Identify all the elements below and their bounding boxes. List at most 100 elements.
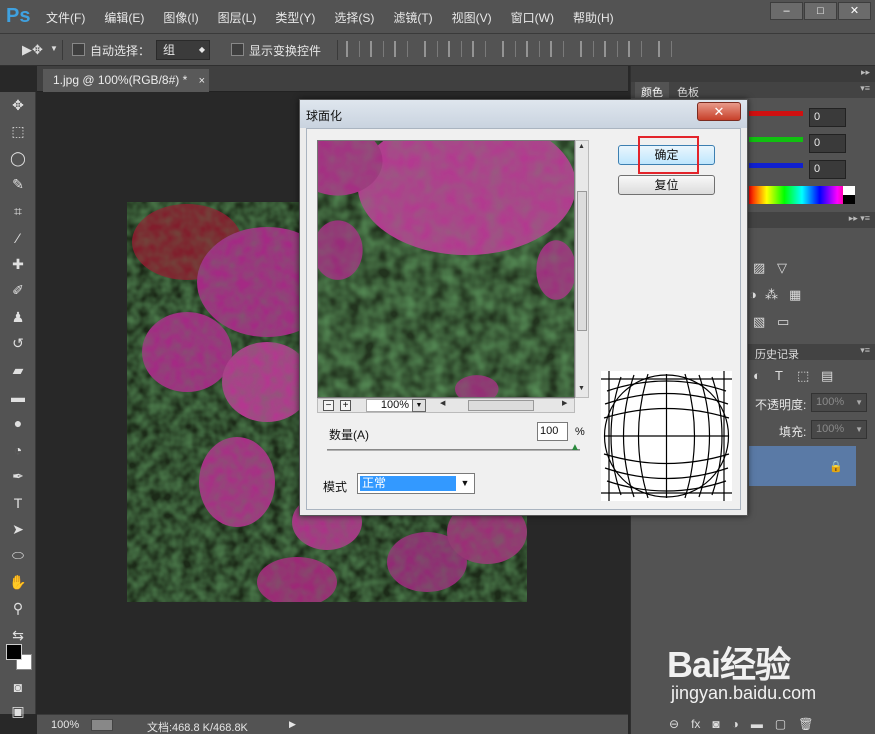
menu-help[interactable]: 帮助(H) bbox=[573, 9, 614, 26]
foreground-color-swatch[interactable] bbox=[6, 644, 22, 660]
pen-tool-icon[interactable]: ✒ bbox=[0, 463, 36, 490]
align-bottom-icon[interactable] bbox=[394, 41, 408, 57]
align-top-icon[interactable] bbox=[346, 41, 360, 57]
adjustment-layer-icon[interactable]: ◑ bbox=[732, 717, 739, 731]
scroll-up-arrow-icon[interactable]: ▲ bbox=[578, 143, 585, 150]
tab-color[interactable]: 颜色 bbox=[635, 82, 669, 99]
menu-window[interactable]: 窗口(W) bbox=[511, 9, 554, 26]
auto-select-dropdown[interactable]: 组 ◆ bbox=[156, 40, 210, 60]
type-tool-icon[interactable]: T bbox=[0, 490, 36, 517]
stamp-tool-icon[interactable]: ♟ bbox=[0, 304, 36, 331]
brush-tool-icon[interactable]: ✐ bbox=[0, 278, 36, 305]
path-select-tool-icon[interactable]: ➤ bbox=[0, 516, 36, 543]
menu-layer[interactable]: 图层(L) bbox=[218, 9, 257, 26]
status-zoom[interactable]: 100% bbox=[51, 719, 79, 731]
eyedropper-tool-icon[interactable]: ⁄ bbox=[0, 225, 36, 252]
menu-edit[interactable]: 编辑(E) bbox=[104, 9, 144, 26]
hand-tool-icon[interactable]: ✋ bbox=[0, 569, 36, 596]
lasso-tool-icon[interactable]: ◯ bbox=[0, 145, 36, 172]
black-white-ramp[interactable] bbox=[843, 186, 855, 204]
amount-slider-track[interactable] bbox=[327, 449, 580, 451]
marquee-tool-icon[interactable]: ⬚ bbox=[0, 119, 36, 146]
new-layer-icon[interactable]: ▢ bbox=[775, 717, 786, 731]
zoom-tool-icon[interactable]: ⚲ bbox=[0, 596, 36, 623]
panel-menu-icon[interactable]: ▾≡ bbox=[860, 83, 870, 94]
distribute-hcenter-icon[interactable] bbox=[604, 41, 618, 57]
green-value[interactable]: 0 bbox=[809, 134, 846, 153]
dialog-close-button[interactable]: ✕ bbox=[697, 102, 741, 121]
threshold-icon[interactable]: ▭ bbox=[777, 314, 792, 329]
distribute-right-icon[interactable] bbox=[628, 41, 642, 57]
add-mask-icon[interactable]: ◙ bbox=[712, 717, 719, 731]
chevron-down-icon[interactable]: ▼ bbox=[412, 399, 426, 412]
red-value[interactable]: 0 bbox=[809, 108, 846, 127]
zoom-out-button[interactable]: − bbox=[323, 400, 334, 411]
horizontal-scrollbar-thumb[interactable] bbox=[468, 400, 534, 411]
invert-icon[interactable]: ▧ bbox=[753, 314, 768, 329]
filter-preview[interactable] bbox=[317, 140, 575, 398]
red-slider[interactable] bbox=[749, 111, 803, 116]
document-tab[interactable]: 1.jpg @ 100%(RGB/8#) * × bbox=[43, 69, 209, 92]
preview-vertical-scrollbar[interactable]: ▲ ▼ bbox=[575, 140, 589, 398]
dodge-tool-icon[interactable]: ◔ bbox=[0, 437, 36, 464]
distribute-top-icon[interactable] bbox=[502, 41, 516, 57]
reset-button[interactable]: 复位 bbox=[618, 175, 715, 195]
status-menu-arrow-icon[interactable]: ▶ bbox=[289, 719, 296, 730]
eraser-tool-icon[interactable]: ▰ bbox=[0, 357, 36, 384]
color-balance-icon[interactable]: ◑ bbox=[749, 287, 764, 302]
filter-smart-icon[interactable]: ▤ bbox=[821, 368, 836, 383]
delete-layer-icon[interactable]: 🗑 bbox=[798, 717, 813, 731]
dialog-titlebar[interactable]: 球面化 ✕ bbox=[300, 100, 747, 128]
blue-value[interactable]: 0 bbox=[809, 160, 846, 179]
lookup-grid-icon[interactable]: ▦ bbox=[789, 287, 804, 302]
align-vcenter-icon[interactable] bbox=[370, 41, 384, 57]
mode-select[interactable]: 正常 ▼ bbox=[357, 473, 475, 494]
levels-icon[interactable]: ▨ bbox=[753, 260, 768, 275]
shape-tool-icon[interactable]: ⬭ bbox=[0, 543, 36, 570]
menu-image[interactable]: 图像(I) bbox=[163, 9, 198, 26]
filter-adjust-icon[interactable]: ◐ bbox=[753, 368, 768, 383]
screen-mode-icon[interactable]: ▣ bbox=[0, 698, 36, 725]
panel-menu-icon[interactable]: ▸▸ ▾≡ bbox=[849, 213, 870, 224]
green-slider[interactable] bbox=[749, 137, 803, 142]
zoom-in-button[interactable]: + bbox=[340, 400, 351, 411]
auto-align-icon[interactable] bbox=[658, 41, 672, 57]
gradient-tool-icon[interactable]: ▬ bbox=[0, 384, 36, 411]
align-right-icon[interactable] bbox=[472, 41, 486, 57]
crop-tool-icon[interactable]: ⌗ bbox=[0, 198, 36, 225]
minimize-button[interactable]: – bbox=[770, 2, 803, 20]
tab-history[interactable]: 历史记录 bbox=[749, 344, 805, 361]
menu-file[interactable]: 文件(F) bbox=[46, 9, 85, 26]
align-left-icon[interactable] bbox=[424, 41, 438, 57]
maximize-button[interactable]: □ bbox=[804, 2, 837, 20]
menu-filter[interactable]: 滤镜(T) bbox=[393, 9, 432, 26]
menu-select[interactable]: 选择(S) bbox=[334, 9, 374, 26]
scroll-right-arrow-icon[interactable]: ▶ bbox=[562, 399, 567, 407]
link-layers-icon[interactable]: ⊖ bbox=[669, 717, 679, 731]
fill-field[interactable]: 100% ▼ bbox=[811, 420, 867, 439]
blur-tool-icon[interactable]: ● bbox=[0, 410, 36, 437]
color-spectrum[interactable] bbox=[749, 186, 855, 204]
menu-type[interactable]: 类型(Y) bbox=[275, 9, 315, 26]
scrollbar-thumb[interactable] bbox=[577, 191, 587, 331]
distribute-bottom-icon[interactable] bbox=[550, 41, 564, 57]
panel-menu-icon[interactable]: ▾≡ bbox=[860, 345, 870, 356]
distribute-vcenter-icon[interactable] bbox=[526, 41, 540, 57]
history-brush-tool-icon[interactable]: ↺ bbox=[0, 331, 36, 358]
amount-slider-thumb[interactable]: ▲ bbox=[570, 442, 580, 453]
collapse-panels-icon[interactable]: ▸▸ bbox=[861, 67, 870, 78]
show-transform-checkbox[interactable] bbox=[231, 43, 244, 56]
opacity-field[interactable]: 100% ▼ bbox=[811, 393, 867, 412]
close-icon[interactable]: × bbox=[199, 75, 205, 87]
scroll-down-arrow-icon[interactable]: ▼ bbox=[578, 385, 585, 392]
fx-icon[interactable]: fx bbox=[691, 717, 700, 731]
healing-brush-tool-icon[interactable]: ✚ bbox=[0, 251, 36, 278]
quick-select-tool-icon[interactable]: ✎ bbox=[0, 172, 36, 199]
filter-type-icon[interactable]: T bbox=[775, 368, 790, 383]
distribute-left-icon[interactable] bbox=[580, 41, 594, 57]
tool-preset-chevron-icon[interactable]: ▼ bbox=[50, 44, 58, 53]
scroll-left-arrow-icon[interactable]: ◀ bbox=[440, 399, 445, 407]
move-tool-icon[interactable]: ✥ bbox=[0, 92, 36, 119]
blue-slider[interactable] bbox=[749, 163, 803, 168]
amount-input[interactable]: 100 bbox=[537, 422, 568, 441]
